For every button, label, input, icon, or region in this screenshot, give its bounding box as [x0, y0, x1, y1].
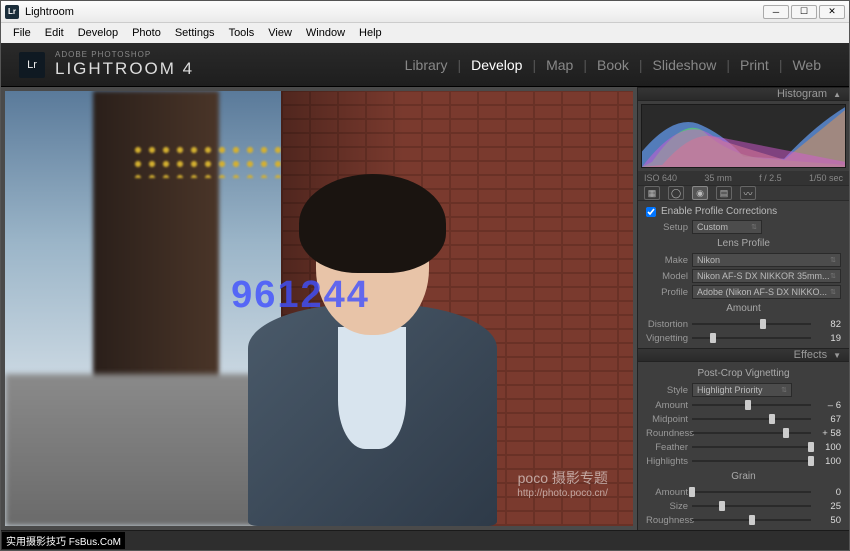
brand-name: LIGHTROOM 4: [55, 59, 194, 79]
app-body: Lr ADOBE PHOTOSHOP LIGHTROOM 4 Library| …: [1, 43, 849, 550]
vignette-highlights-slider[interactable]: [692, 455, 811, 467]
distortion-slider[interactable]: [692, 318, 811, 330]
footer-watermark: 实用摄影技巧 FsBus.CoM: [2, 532, 125, 549]
redeye-tool-icon[interactable]: ◉: [692, 186, 708, 200]
vignette-feather-slider[interactable]: [692, 441, 811, 453]
right-panel: Histogram▲ ISO 640 35 mm f / 2.5 1/50 se…: [637, 87, 849, 530]
histogram[interactable]: [641, 104, 846, 168]
watermark-number: 961244: [231, 274, 370, 317]
exif-aperture: f / 2.5: [759, 173, 782, 183]
maximize-button[interactable]: ☐: [791, 5, 817, 19]
enable-profile-checkbox[interactable]: Enable Profile Corrections: [646, 204, 841, 219]
crop-tool-icon[interactable]: ▦: [644, 186, 660, 200]
brand-bar: Lr ADOBE PHOTOSHOP LIGHTROOM 4 Library| …: [1, 43, 849, 87]
menu-tools[interactable]: Tools: [223, 25, 261, 41]
exif-strip: ISO 640 35 mm f / 2.5 1/50 sec: [638, 171, 849, 186]
image-canvas[interactable]: 961244 poco 摄影专题http://photo.poco.cn/: [1, 87, 637, 530]
brush-tool-icon[interactable]: 〰: [740, 186, 756, 200]
module-book[interactable]: Book: [587, 57, 639, 73]
minimize-button[interactable]: ─: [763, 5, 789, 19]
brand-icon: Lr: [19, 52, 45, 78]
menu-settings[interactable]: Settings: [169, 25, 221, 41]
setup-select[interactable]: Custom⇅: [692, 220, 762, 234]
menu-help[interactable]: Help: [353, 25, 388, 41]
grain-size-slider[interactable]: [692, 500, 811, 512]
vignette-style-select[interactable]: Highlight Priority⇅: [692, 383, 792, 397]
vignetting-value: 19: [815, 333, 841, 344]
module-picker: Library| Develop| Map| Book| Slideshow| …: [395, 57, 831, 73]
menu-window[interactable]: Window: [300, 25, 351, 41]
menu-file[interactable]: File: [7, 25, 37, 41]
profile-select[interactable]: Adobe (Nikon AF-S DX NIKKO...⇅: [692, 285, 841, 299]
app-icon: Lr: [5, 5, 19, 19]
app-window: Lr Lightroom ─ ☐ ✕ File Edit Develop Pho…: [0, 0, 850, 551]
module-web[interactable]: Web: [782, 57, 831, 73]
tool-strip: ▦ ◯ ◉ ▤ 〰: [638, 186, 849, 201]
toolbar-bottom: ▭ Y|Y: [1, 530, 849, 550]
exif-focal: 35 mm: [704, 173, 732, 183]
make-select[interactable]: Nikon⇅: [692, 253, 841, 267]
distortion-value: 82: [815, 319, 841, 330]
window-title: Lightroom: [25, 6, 74, 18]
menu-edit[interactable]: Edit: [39, 25, 70, 41]
vignette-roundness-slider[interactable]: [692, 427, 811, 439]
menu-photo[interactable]: Photo: [126, 25, 167, 41]
module-map[interactable]: Map: [536, 57, 583, 73]
menu-develop[interactable]: Develop: [72, 25, 124, 41]
module-slideshow[interactable]: Slideshow: [643, 57, 727, 73]
exif-iso: ISO 640: [644, 173, 677, 183]
vignette-amount-slider[interactable]: [692, 399, 811, 411]
vignetting-slider[interactable]: [692, 332, 811, 344]
gradient-tool-icon[interactable]: ▤: [716, 186, 732, 200]
brand-tag: ADOBE PHOTOSHOP: [55, 50, 194, 59]
menubar: File Edit Develop Photo Settings Tools V…: [1, 23, 849, 43]
close-button[interactable]: ✕: [819, 5, 845, 19]
module-library[interactable]: Library: [395, 57, 458, 73]
enable-profile-input[interactable]: [646, 207, 656, 217]
effects-header[interactable]: Effects▼: [638, 348, 849, 362]
histogram-header[interactable]: Histogram▲: [638, 87, 849, 101]
vignette-heading: Post-Crop Vignetting: [646, 365, 841, 382]
amount-heading: Amount: [646, 300, 841, 317]
vignette-midpoint-slider[interactable]: [692, 413, 811, 425]
grain-amount-slider[interactable]: [692, 486, 811, 498]
exif-shutter: 1/50 sec: [809, 173, 843, 183]
module-print[interactable]: Print: [730, 57, 779, 73]
model-select[interactable]: Nikon AF-S DX NIKKOR 35mm...⇅: [692, 269, 841, 283]
grain-heading: Grain: [646, 468, 841, 485]
watermark-poco: poco 摄影专题http://photo.poco.cn/: [517, 469, 608, 500]
spot-tool-icon[interactable]: ◯: [668, 186, 684, 200]
titlebar: Lr Lightroom ─ ☐ ✕: [1, 1, 849, 23]
lens-profile-heading: Lens Profile: [646, 235, 841, 252]
photo-preview: 961244 poco 摄影专题http://photo.poco.cn/: [5, 91, 633, 526]
module-develop[interactable]: Develop: [461, 57, 532, 73]
menu-view[interactable]: View: [262, 25, 298, 41]
grain-roughness-slider[interactable]: [692, 514, 811, 526]
